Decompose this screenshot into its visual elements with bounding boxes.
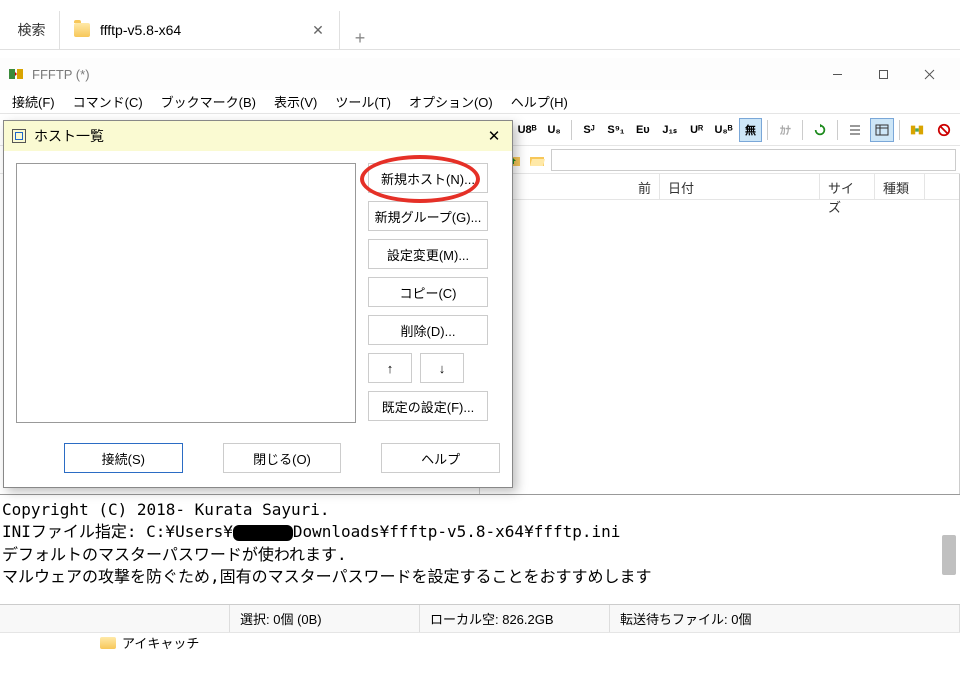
menu-option[interactable]: オプション(O) (401, 90, 501, 113)
log-line: INIファイル指定: C:¥Users¥Downloads¥ffftp-v5.8… (2, 521, 958, 543)
close-dialog-button[interactable]: 閉じる(O) (223, 443, 342, 473)
app-icon (8, 66, 24, 82)
menu-command[interactable]: コマンド(C) (65, 90, 151, 113)
new-host-button[interactable]: 新規ホスト(N)... (368, 163, 488, 193)
menu-bookmark[interactable]: ブックマーク(B) (153, 90, 264, 113)
dialog-titlebar: ホスト一覧 ✕ (4, 121, 512, 151)
search-label: 検索 (18, 20, 46, 40)
menubar: 接続(F) コマンド(C) ブックマーク(B) 表示(V) ツール(T) オプシ… (0, 90, 960, 114)
close-button[interactable] (906, 58, 952, 90)
new-group-button[interactable]: 新規グループ(G)... (368, 201, 488, 231)
menu-tool[interactable]: ツール(T) (327, 90, 399, 113)
encoding-ur-button[interactable]: Uᴿ (685, 118, 709, 142)
default-settings-button[interactable]: 既定の設定(F)... (368, 391, 488, 421)
separator (837, 120, 838, 140)
remote-columns: 前 日付 サイズ 種類 (480, 174, 959, 200)
delete-button[interactable]: 削除(D)... (368, 315, 488, 345)
stop-button[interactable] (932, 118, 956, 142)
move-down-button[interactable]: ↓ (420, 353, 464, 383)
close-icon[interactable]: ✕ (311, 23, 325, 37)
folder-icon (100, 637, 116, 649)
window-title: FFFTP (*) (32, 67, 814, 82)
browser-tabbar: 検索 ffftp-v5.8-x64 ✕ + (0, 0, 960, 50)
minimize-button[interactable] (814, 58, 860, 90)
status-queue: 転送待ちファイル: 0個 (610, 605, 960, 632)
titlebar: FFFTP (*) (0, 58, 960, 90)
remote-path-input[interactable] (551, 149, 956, 171)
list-view-button[interactable] (843, 118, 867, 142)
status-bar: 選択: 0個 (0B) ローカル空: 826.2GB 転送待ちファイル: 0個 (0, 604, 960, 632)
log-line: Copyright (C) 2018- Kurata Sayuri. (2, 499, 958, 521)
col-type[interactable]: 種類 (875, 174, 925, 199)
menu-view[interactable]: 表示(V) (266, 90, 325, 113)
log-pane: Copyright (C) 2018- Kurata Sayuri. INIファ… (0, 494, 960, 604)
menu-help[interactable]: ヘルプ(H) (503, 90, 576, 113)
dialog-footer: 接続(S) 閉じる(O) ヘルプ (4, 435, 512, 487)
tab-title: ffftp-v5.8-x64 (100, 22, 301, 38)
taskbar-fragment: アイキャッチ (0, 632, 960, 652)
kana-button[interactable]: ｶﾅ (773, 118, 797, 142)
remote-file-list[interactable] (480, 200, 959, 494)
move-up-button[interactable]: ↑ (368, 353, 412, 383)
encoding-u8-button[interactable]: U₈ (542, 118, 566, 142)
host-list-dialog: ホスト一覧 ✕ 新規ホスト(N)... 新規グループ(G)... 設定変更(M)… (3, 120, 513, 488)
copy-button[interactable]: コピー(C) (368, 277, 488, 307)
taskbar-label: アイキャッチ (122, 633, 199, 652)
scrollbar-thumb[interactable] (942, 535, 956, 575)
modify-button[interactable]: 設定変更(M)... (368, 239, 488, 269)
new-tab-button[interactable]: + (340, 28, 380, 49)
separator (767, 120, 768, 140)
folder-icon (74, 23, 90, 37)
encoding-s-button[interactable]: Sᴶ (577, 118, 601, 142)
remote-pane: 前 日付 サイズ 種類 (480, 174, 960, 494)
encoding-none-button[interactable]: 無 (739, 118, 763, 142)
col-size[interactable]: サイズ (820, 174, 875, 199)
dialog-body: 新規ホスト(N)... 新規グループ(G)... 設定変更(M)... コピー(… (4, 151, 512, 435)
encoding-u8b-button[interactable]: U8ᴮ (515, 118, 539, 142)
connect-button[interactable]: 接続(S) (64, 443, 183, 473)
sync-button[interactable] (905, 118, 929, 142)
dialog-close-button[interactable]: ✕ (484, 126, 504, 146)
host-listbox[interactable] (16, 163, 356, 423)
open-folder-icon[interactable] (527, 150, 547, 170)
encoding-e-button[interactable]: Eᴜ (631, 118, 655, 142)
separator (802, 120, 803, 140)
log-line: マルウェアの攻撃を防ぐため,固有のマスターパスワードを設定することをおすすめしま… (2, 566, 958, 588)
redaction (233, 525, 293, 541)
refresh-button[interactable] (808, 118, 832, 142)
col-date[interactable]: 日付 (660, 174, 820, 199)
dialog-title: ホスト一覧 (34, 126, 484, 146)
status-localfree: ローカル空: 826.2GB (420, 605, 610, 632)
dialog-button-column: 新規ホスト(N)... 新規グループ(G)... 設定変更(M)... コピー(… (368, 163, 488, 423)
separator (899, 120, 900, 140)
browser-tab[interactable]: ffftp-v5.8-x64 ✕ (60, 11, 340, 49)
detail-view-button[interactable] (870, 118, 894, 142)
encoding-s91-button[interactable]: S⁹₁ (604, 118, 628, 142)
dialog-icon (12, 129, 26, 143)
maximize-button[interactable] (860, 58, 906, 90)
status-selection: 選択: 0個 (0B) (230, 605, 420, 632)
menu-connect[interactable]: 接続(F) (4, 90, 63, 113)
encoding-j-button[interactable]: J₁ₛ (658, 118, 682, 142)
log-line: デフォルトのマスターパスワードが使われます. (2, 544, 958, 566)
separator (571, 120, 572, 140)
search-tab[interactable]: 検索 (0, 11, 60, 49)
encoding-u8b2-button[interactable]: U₈ᴮ (712, 118, 736, 142)
help-button[interactable]: ヘルプ (381, 443, 500, 473)
